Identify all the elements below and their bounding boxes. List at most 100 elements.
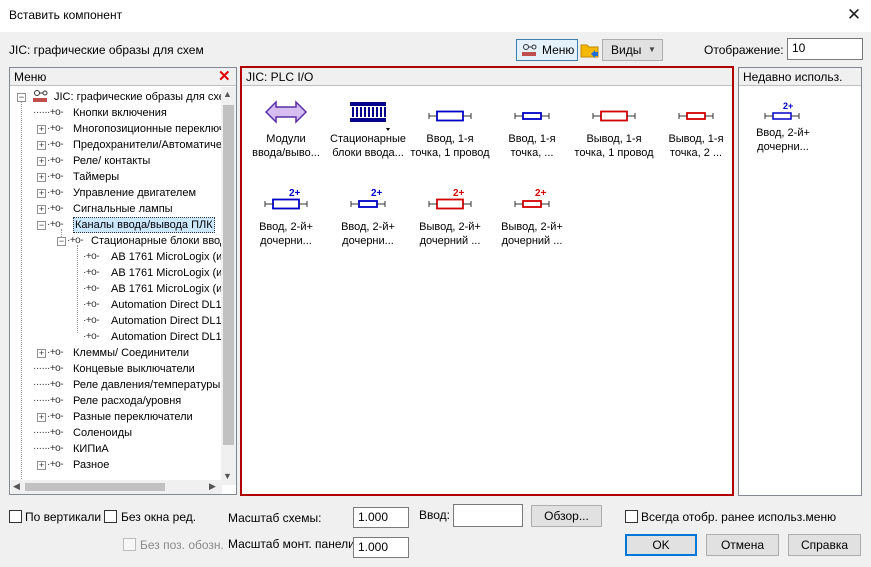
component-item[interactable]: Вывод, 1-я точка, 2 ...	[656, 96, 736, 160]
component-item-line1: Вывод, 2-й+	[501, 221, 563, 233]
component-item-line1: Вывод, 1-я	[668, 133, 724, 145]
component-item[interactable]: Вывод, 1-я точка, 1 провод	[574, 96, 654, 160]
tree-connector: ·····	[33, 107, 48, 118]
scroll-left-icon[interactable]: ◀	[13, 481, 20, 492]
expand-icon[interactable]: +	[37, 205, 46, 214]
views-button[interactable]: Виды ▼	[602, 39, 663, 61]
delete-icon[interactable]: ✕	[218, 69, 232, 84]
tree-item-label: Реле давления/температуры	[73, 379, 221, 391]
display-input[interactable]: 10	[787, 38, 863, 60]
folder-icon[interactable]	[580, 40, 600, 60]
scale-input[interactable]: 1.000	[353, 507, 409, 528]
badge-text: 2+	[289, 188, 301, 199]
tree-hscrollbar[interactable]: ◀ ▶	[11, 480, 222, 494]
output-point-red-icon	[574, 96, 654, 132]
input-field[interactable]	[453, 504, 523, 527]
component-item-line1: Стационарные	[330, 133, 406, 145]
badge-text: 2+	[453, 188, 465, 199]
tree-panel: Меню ✕ − JIC: графические образы для схем…	[9, 67, 237, 495]
component-item[interactable]: Ввод, 1-я точка, 1 провод	[410, 96, 490, 160]
ok-button[interactable]: OK	[625, 534, 697, 556]
tree-connector: ·····	[33, 379, 48, 390]
node-icon: ·+o-	[47, 219, 64, 230]
node-icon: ·+o-	[67, 235, 84, 246]
component-item[interactable]: Ввод, 1-я точка, ...	[492, 96, 572, 160]
scale-label: Масштаб схемы:	[228, 511, 322, 525]
tree-hscroll-thumb[interactable]	[25, 483, 165, 491]
tree-item-label: Кнопки включения	[73, 107, 167, 119]
expand-icon[interactable]: +	[37, 349, 46, 358]
recent-panel-header: Недавно использ.	[739, 68, 861, 86]
tree-item-label: AB 1761 MicroLogix (ин	[111, 283, 223, 295]
component-item[interactable]: Модули ввода/выво...	[246, 96, 326, 160]
expand-icon[interactable]: +	[37, 173, 46, 182]
collapse-icon[interactable]: −	[57, 237, 66, 246]
help-button[interactable]: Справка	[788, 534, 861, 556]
double-arrow-icon	[246, 96, 326, 132]
input-child-blue-small-icon: 2+	[764, 101, 800, 120]
component-item-line2: точка, 1 провод	[410, 147, 490, 159]
expand-icon[interactable]: +	[37, 461, 46, 470]
component-item[interactable]: 2+ Ввод, 2-й+ дочерни...	[328, 184, 408, 248]
tree-item-label: Каналы ввода/вывода ПЛК	[73, 217, 215, 233]
expand-icon[interactable]: +	[37, 125, 46, 134]
no-pos-label: Без поз. обозн.	[140, 538, 224, 552]
recent-panel-title: Недавно использ.	[743, 70, 843, 84]
tree-panel-header: Меню	[10, 68, 236, 86]
component-item-line2: дочерни...	[342, 235, 394, 247]
component-panel: JIC: PLC I/O Модули ввода/выво... Стациона…	[240, 66, 734, 496]
tree-item-label: Стационарные блоки ввода/вывода	[91, 235, 223, 247]
tree-item-label: AB 1761 MicroLogix (ин	[111, 267, 223, 279]
recent-item[interactable]: 2+ Ввод, 2-й+ дочерни...	[743, 100, 823, 154]
panel-scale-input[interactable]: 1.000	[353, 537, 409, 558]
tree-connector: ·····	[33, 427, 48, 438]
tree-guide-line	[77, 245, 78, 333]
component-item-line1: Модули	[266, 133, 306, 145]
component-item[interactable]: 2+ Ввод, 2-й+ дочерни...	[246, 184, 326, 248]
node-icon: ·+o-	[83, 331, 100, 342]
input-child-blue-small-icon: 2+	[328, 184, 408, 220]
tree-guide-line	[21, 101, 22, 485]
scroll-down-icon[interactable]: ▼	[223, 471, 232, 481]
vertical-checkbox[interactable]	[9, 510, 22, 523]
expand-icon[interactable]: +	[37, 141, 46, 150]
node-icon: ·+o-	[47, 411, 64, 422]
tree-vscroll-thumb[interactable]	[223, 105, 234, 445]
chevron-down-icon: ▼	[648, 45, 656, 54]
tree-item-label: Многопозиционные переключатели	[73, 123, 223, 135]
window-title: Вставить компонент	[9, 8, 123, 22]
recent-item-line1: Ввод, 2-й+	[756, 127, 810, 139]
node-icon: ·+o-	[47, 123, 64, 134]
component-item[interactable]: 2+ Вывод, 2-й+ дочерний ...	[492, 184, 572, 248]
node-icon: ·+o-	[47, 203, 64, 214]
input-point-blue-icon	[410, 96, 490, 132]
close-icon[interactable]: ✕	[843, 4, 865, 26]
scroll-up-icon[interactable]: ▲	[223, 89, 232, 99]
no-edit-checkbox[interactable]	[104, 510, 117, 523]
node-icon: ·+o-	[47, 427, 64, 438]
component-item-line1: Ввод, 1-я	[426, 133, 474, 145]
views-button-label: Виды	[611, 43, 642, 57]
input-point-blue-small-icon	[492, 96, 572, 132]
expand-icon[interactable]: +	[37, 413, 46, 422]
tree-item-label: Сигнальные лампы	[73, 203, 173, 215]
no-pos-checkbox[interactable]	[123, 538, 136, 551]
cancel-button[interactable]: Отмена	[706, 534, 779, 556]
menu-button[interactable]: Меню	[516, 39, 578, 61]
recent-item-line2: дочерни...	[757, 141, 809, 153]
component-item[interactable]: 2+ Вывод, 2-й+ дочерний ...	[410, 184, 490, 248]
always-show-checkbox[interactable]	[625, 510, 638, 523]
expand-icon[interactable]: +	[37, 157, 46, 166]
component-item-line2: точка, 2 ...	[669, 147, 723, 159]
node-icon: ·+o-	[47, 187, 64, 198]
tree-item-label: AB 1761 MicroLogix (ин	[111, 251, 223, 263]
tree-item-label: Реле/ контакты	[73, 155, 151, 167]
tree-vscrollbar[interactable]: ▲ ▼	[221, 87, 236, 485]
expand-icon[interactable]: +	[37, 189, 46, 198]
output-child-red-small-icon: 2+	[492, 184, 572, 220]
node-icon: ·+o-	[47, 139, 64, 150]
collapse-icon[interactable]: −	[37, 221, 46, 230]
browse-button[interactable]: Обзор...	[531, 505, 602, 527]
component-item[interactable]: Стационарные блоки ввода...	[328, 96, 408, 160]
scroll-right-icon[interactable]: ▶	[209, 481, 216, 492]
